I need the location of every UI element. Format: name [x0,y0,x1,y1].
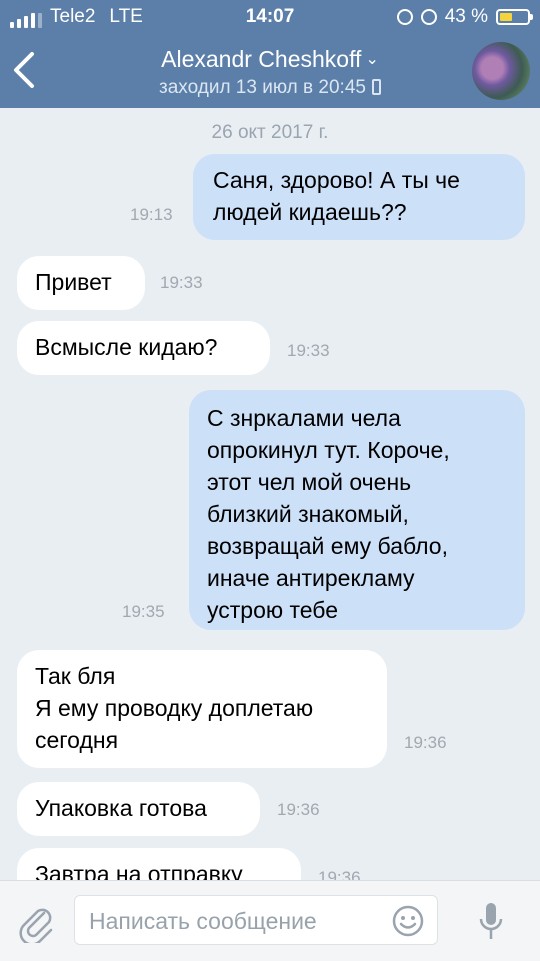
last-seen-row: заходил 13 июл в 20:45 [0,77,540,99]
incoming-message[interactable]: Привет [17,256,145,310]
outgoing-message[interactable]: С знркалами чела опрокинул тут. Короче, … [189,390,525,630]
message-list[interactable]: 26 окт 2017 г. Саня, здорово! А ты че лю… [0,108,540,880]
contact-info[interactable]: Alexandr Cheshkoff ⌄ заходил 13 июл в 20:… [0,46,540,99]
battery-percent: 43 % [444,6,488,27]
message-time: 19:36 [277,800,320,819]
last-seen: заходил 13 июл в 20:45 [159,77,366,98]
composer-bar: Написать сообщение [0,880,540,961]
incoming-message[interactable]: Так бля Я ему проводку доплетаю сегодня [17,650,387,768]
alarm-icon [420,9,437,25]
paperclip-icon[interactable] [18,903,54,943]
message-time: 19:33 [287,341,330,360]
message-input-placeholder: Написать сообщение [89,908,317,934]
status-right: 43 % [396,6,533,28]
message-input[interactable]: Написать сообщение [74,895,438,945]
avatar[interactable] [472,42,530,100]
incoming-message[interactable]: Всмысле кидаю? [17,321,270,375]
message-time: 19:36 [318,868,361,880]
rotation-lock-icon [396,9,413,25]
status-bar: Tele2 LTE 14:07 43 % [0,0,540,34]
contact-name-row: Alexandr Cheshkoff ⌄ [0,46,540,73]
message-time: 19:36 [404,733,447,752]
incoming-message[interactable]: Завтра на отправку [17,848,301,880]
contact-name: Alexandr Cheshkoff [161,46,362,72]
phone-icon [371,79,381,95]
battery-icon [496,9,533,25]
message-time: 19:35 [122,602,165,621]
chat-header: Alexandr Cheshkoff ⌄ заходил 13 июл в 20:… [0,34,540,108]
microphone-icon[interactable] [478,901,504,943]
message-time: 19:33 [160,273,203,292]
chevron-down-icon: ⌄ [365,51,379,68]
message-time: 19:13 [130,205,173,224]
date-separator: 26 окт 2017 г. [211,122,329,143]
incoming-message[interactable]: Упаковка готова [17,782,260,836]
outgoing-message[interactable]: Саня, здорово! А ты че людей кидаешь?? [193,154,525,240]
smiley-icon[interactable] [391,904,425,938]
